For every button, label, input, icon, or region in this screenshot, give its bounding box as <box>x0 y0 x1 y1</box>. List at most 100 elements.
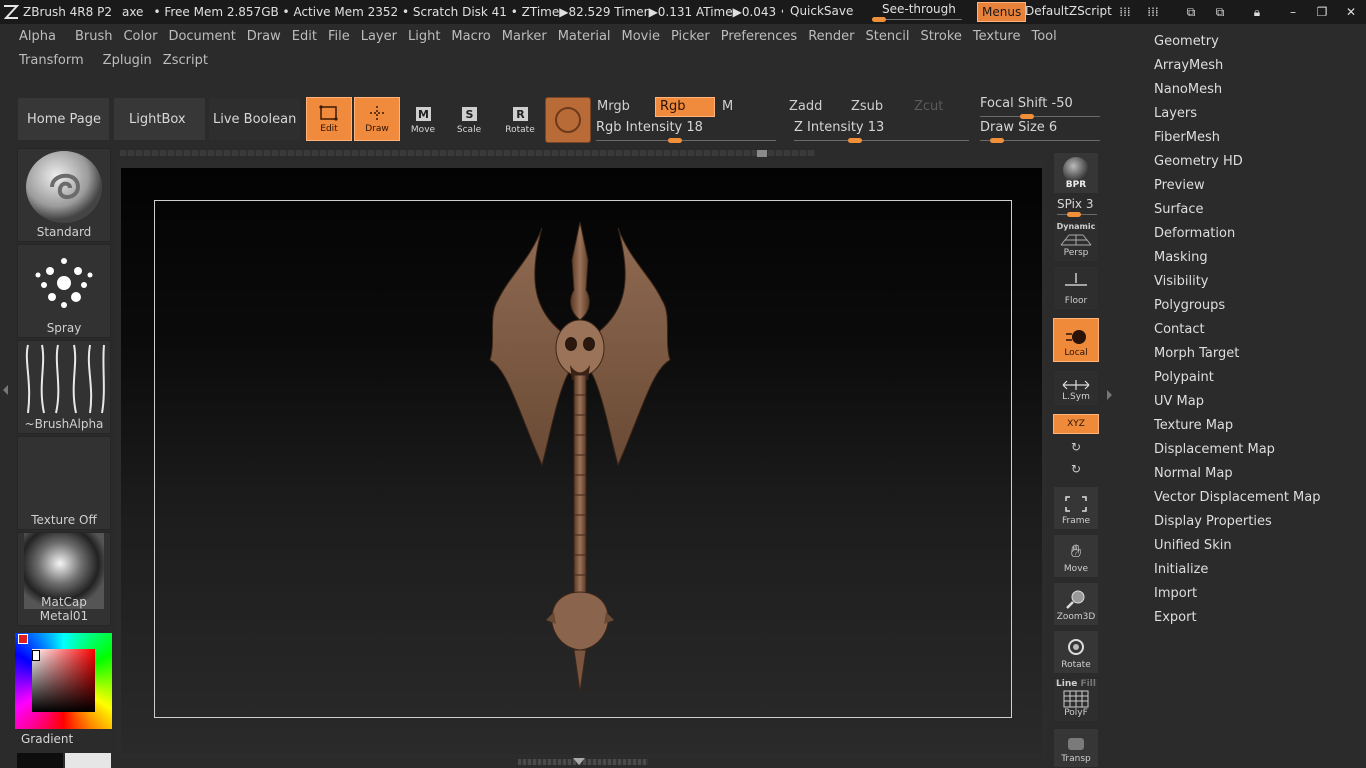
see-through-knob[interactable] <box>872 17 886 22</box>
zoom3d-button[interactable]: Zoom3D <box>1053 582 1099 626</box>
menu-item[interactable]: Layer <box>361 29 397 44</box>
texture-picker[interactable]: Texture Off <box>17 436 111 530</box>
live-boolean-button[interactable]: Live Boolean <box>208 97 301 141</box>
z-intensity-slider[interactable]: Z Intensity 13 <box>794 120 969 143</box>
geometry-menu-item[interactable]: Unified Skin <box>1154 534 1321 558</box>
move-view-button[interactable]: ✋︎ Move <box>1053 534 1099 578</box>
bpr-render-button[interactable]: BPR <box>1053 152 1099 194</box>
geometry-menu-item[interactable]: Surface <box>1154 198 1321 222</box>
focal-shift-slider[interactable]: Focal Shift -50 <box>980 96 1100 119</box>
see-through-slider[interactable]: See-through 0 <box>870 2 966 22</box>
y-rotate-icon[interactable]: ↻ <box>1068 440 1084 456</box>
menus-toggle-button[interactable]: Menus <box>977 2 1027 22</box>
xyz-rotate-button[interactable]: XYZ <box>1053 414 1099 434</box>
menu-item[interactable]: File <box>328 29 350 44</box>
menu-item[interactable]: Preferences <box>721 29 797 44</box>
geometry-menu-item[interactable]: Masking <box>1154 246 1321 270</box>
rotate-mode-button[interactable]: R Rotate <box>497 97 543 141</box>
fill-label[interactable]: Fill <box>1081 679 1096 689</box>
local-button[interactable]: Local <box>1053 318 1099 362</box>
axe-model[interactable] <box>470 220 690 695</box>
material-picker[interactable]: MatCap Metal01 <box>17 532 111 626</box>
geometry-menu-item[interactable]: Polypaint <box>1154 366 1321 390</box>
draw-mode-button[interactable]: Draw <box>354 97 400 141</box>
zadd-button[interactable]: Zadd <box>787 97 843 117</box>
geometry-menu-item[interactable]: ArrayMesh <box>1154 54 1321 78</box>
menu-item[interactable]: Draw <box>247 29 281 44</box>
menu-item[interactable]: Transform <box>0 53 92 68</box>
z-intensity-knob[interactable] <box>848 138 862 143</box>
menu-item[interactable]: Stroke <box>920 29 961 44</box>
menu-item[interactable]: Picker <box>671 29 710 44</box>
edit-mode-button[interactable]: Edit <box>306 97 352 141</box>
floor-button[interactable]: Floor <box>1053 266 1099 310</box>
close-icon[interactable]: ✕ <box>1342 3 1360 21</box>
menu-item[interactable]: Marker <box>502 29 547 44</box>
geometry-menu-item[interactable]: Geometry HD <box>1154 150 1321 174</box>
geometry-menu-item[interactable]: Deformation <box>1154 222 1321 246</box>
draw-size-slider[interactable]: Draw Size 6 <box>980 120 1100 143</box>
line-label[interactable]: Line <box>1056 679 1077 689</box>
geometry-menu-item[interactable]: Initialize <box>1154 558 1321 582</box>
menu-item[interactable]: Document <box>168 29 235 44</box>
left-tray-toggle-icon[interactable] <box>3 385 8 395</box>
menu-item[interactable]: Alpha <box>0 29 64 44</box>
quicksave-button[interactable]: QuickSave <box>790 4 853 18</box>
rgb-intensity-knob[interactable] <box>668 138 682 143</box>
frame-button[interactable]: Frame <box>1053 486 1099 530</box>
dynamic-label[interactable]: Dynamic <box>1057 222 1096 231</box>
menu-item[interactable]: Texture <box>973 29 1021 44</box>
rgb-button[interactable]: Rgb <box>655 97 715 117</box>
material-swatch-button[interactable] <box>545 97 591 143</box>
main-color-swatch[interactable] <box>17 753 63 768</box>
draw-size-knob[interactable] <box>990 138 1004 143</box>
move-mode-button[interactable]: M Move <box>400 97 446 141</box>
geometry-menu-item[interactable]: Displacement Map <box>1154 438 1321 462</box>
menu-item[interactable]: Zplugin <box>103 53 152 68</box>
geometry-menu-item[interactable]: Polygroups <box>1154 294 1321 318</box>
rotate-view-button[interactable]: Rotate <box>1053 630 1099 674</box>
geometry-menu-item[interactable]: Normal Map <box>1154 462 1321 486</box>
geometry-menu-item[interactable]: UV Map <box>1154 390 1321 414</box>
geometry-menu-item[interactable]: NanoMesh <box>1154 78 1321 102</box>
local-symmetry-button[interactable]: L.Sym <box>1053 370 1099 406</box>
zcut-button[interactable]: Zcut <box>912 97 968 117</box>
geometry-menu-item[interactable]: Visibility <box>1154 270 1321 294</box>
color-saturation-square[interactable] <box>32 649 95 712</box>
layout-swap-icon[interactable]: ⧉ <box>1182 3 1200 21</box>
menu-item[interactable]: Tool <box>1031 29 1056 44</box>
menu-item[interactable]: Edit <box>292 29 317 44</box>
geometry-menu-item[interactable]: Vector Displacement Map <box>1154 486 1321 510</box>
geometry-menu-item[interactable]: Contact <box>1154 318 1321 342</box>
geometry-menu-item[interactable]: Texture Map <box>1154 414 1321 438</box>
menu-item[interactable]: Brush <box>75 29 113 44</box>
gradient-label[interactable]: Gradient <box>21 732 73 746</box>
z-rotate-icon[interactable]: ↻ <box>1068 462 1084 478</box>
ruler-handle[interactable] <box>757 150 767 157</box>
layout-save-icon[interactable]: ⧉ <box>1211 3 1229 21</box>
geometry-menu-item[interactable]: Import <box>1154 582 1321 606</box>
menu-item[interactable]: Zscript <box>163 53 208 68</box>
stroke-picker[interactable]: Spray <box>17 244 111 338</box>
polyframe-button[interactable]: Line Fill PolyF <box>1053 678 1099 722</box>
lightbox-button[interactable]: LightBox <box>113 97 206 141</box>
lock-icon[interactable]: 🔒︎ <box>1248 3 1266 21</box>
persp-button[interactable]: Dynamic Persp <box>1053 220 1099 262</box>
stripe-left-icon[interactable]: ⁞⁞⁞ <box>1116 3 1134 21</box>
geometry-menu-item[interactable]: Export <box>1154 606 1321 630</box>
geometry-menu-item[interactable]: Preview <box>1154 174 1321 198</box>
m-button[interactable]: M <box>720 97 776 117</box>
stripe-right-icon[interactable]: ⁞⁞⁞ <box>1144 3 1162 21</box>
scale-mode-button[interactable]: S Scale <box>446 97 492 141</box>
brush-picker[interactable]: Standard <box>17 148 111 242</box>
menu-item[interactable]: Render <box>808 29 854 44</box>
menu-item[interactable]: Light <box>408 29 440 44</box>
right-tray-toggle-icon[interactable] <box>1107 390 1112 400</box>
default-zscript-button[interactable]: DefaultZScript <box>1025 4 1112 18</box>
geometry-menu-item[interactable]: Layers <box>1154 102 1321 126</box>
mrgb-button[interactable]: Mrgb <box>595 97 651 117</box>
geometry-menu-item[interactable]: FiberMesh <box>1154 126 1321 150</box>
spix-slider[interactable]: SPix 3 <box>1057 197 1097 219</box>
geometry-menu-item[interactable]: Morph Target <box>1154 342 1321 366</box>
restore-icon[interactable]: ❐ <box>1313 3 1331 21</box>
